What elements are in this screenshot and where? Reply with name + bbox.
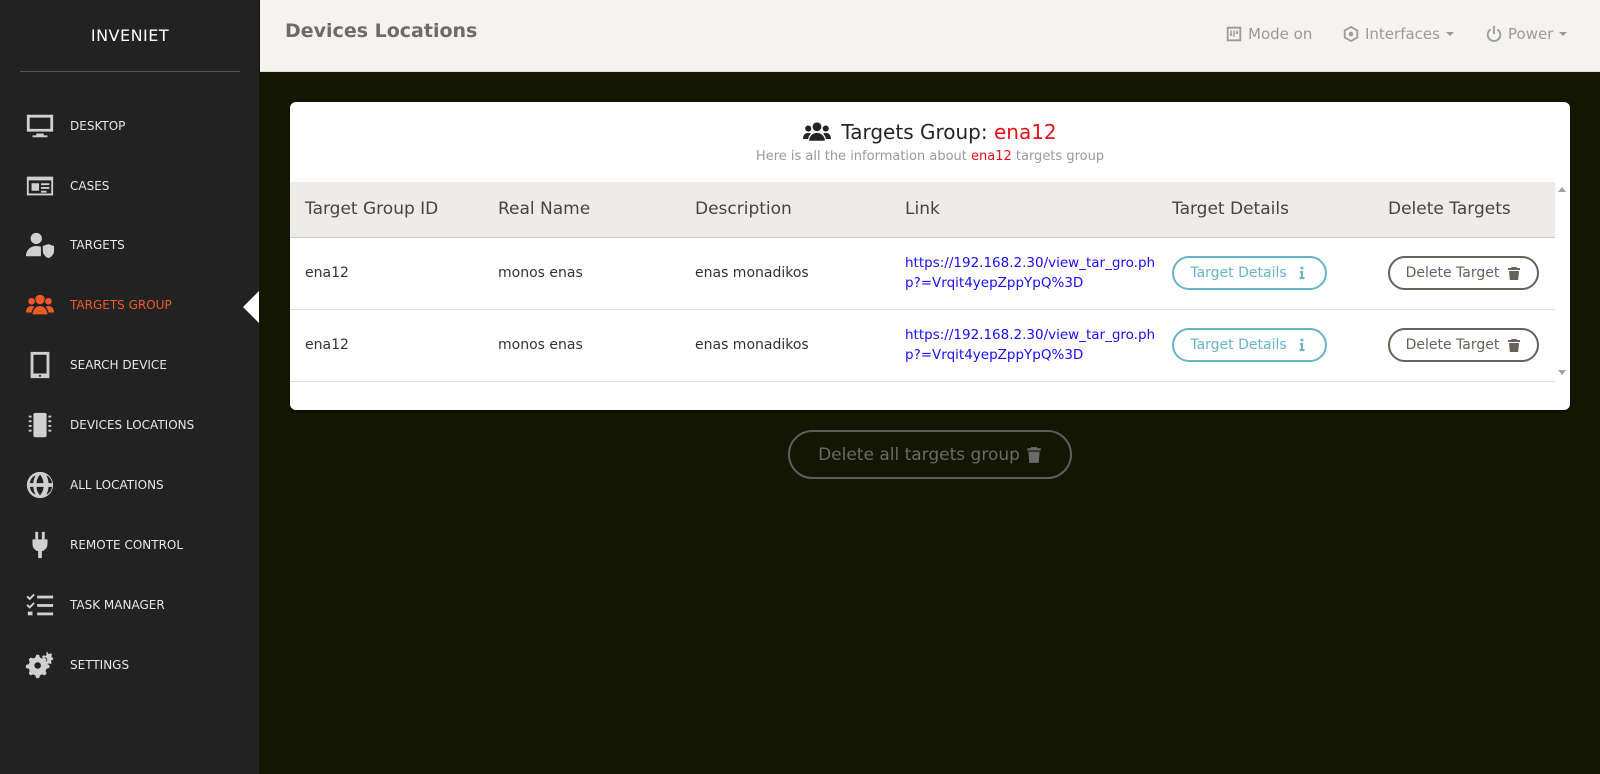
info-icon (1299, 338, 1305, 351)
target-details-button[interactable]: Target Details (1172, 328, 1327, 362)
cogs-icon (24, 649, 56, 681)
column-header-id: Target Group ID (305, 199, 439, 219)
interfaces-label: Interfaces (1365, 25, 1440, 43)
sidebar-item-label: DESKTOP (70, 119, 126, 133)
group-name: ena12 (993, 120, 1057, 144)
page-title: Devices Locations (285, 20, 478, 42)
sidebar-item-label: DEVICES LOCATIONS (70, 418, 195, 432)
sidebar-item-desktop[interactable]: DESKTOP (0, 104, 259, 148)
column-header-delete-targets: Delete Targets (1388, 199, 1511, 219)
card-title-prefix: Targets Group: (841, 120, 994, 144)
cell-description: enas monadikos (695, 265, 809, 281)
table-row: ena12 monos enas enas monadikos https://… (290, 238, 1555, 310)
target-details-label: Target Details (1190, 265, 1287, 281)
cell-real-name: monos enas (498, 337, 583, 353)
sidebar: INVENIET DESKTOP CASES TARGETS TARGETS G… (0, 0, 259, 774)
sidebar-item-devices-locations[interactable]: DEVICES LOCATIONS (0, 403, 259, 447)
cell-description: enas monadikos (695, 337, 809, 353)
brand-logo[interactable]: INVENIET (20, 0, 240, 72)
subtitle-pre: Here is all the information about (755, 149, 971, 164)
trash-icon (1508, 339, 1521, 352)
sidebar-item-label: TARGETS GROUP (70, 298, 172, 312)
target-link[interactable]: https://192.168.2.30/view_tar_gro.php?=V… (905, 325, 1160, 365)
cell-id: ena12 (305, 337, 349, 353)
tasks-icon (24, 589, 56, 621)
active-indicator (243, 291, 259, 323)
plug-icon (24, 529, 56, 561)
subtitle-post: targets group (1011, 149, 1105, 164)
sidebar-item-label: TASK MANAGER (70, 598, 165, 612)
top-navbar: Devices Locations Mode on Interfaces Pow… (260, 0, 1600, 72)
card-title: Targets Group: ena12 (290, 120, 1570, 144)
target-details-button[interactable]: Target Details (1172, 256, 1327, 290)
power-dropdown[interactable]: Power (1485, 23, 1568, 45)
interfaces-dropdown[interactable]: Interfaces (1342, 23, 1454, 45)
sidebar-item-label: CASES (70, 179, 110, 193)
delete-target-label: Delete Target (1405, 337, 1500, 353)
chip-icon (24, 409, 56, 441)
chevron-down-icon (1445, 32, 1454, 36)
column-header-link: Link (905, 199, 940, 219)
sidebar-item-label: SETTINGS (70, 658, 130, 672)
subtitle-group-name: ena12 (971, 149, 1012, 164)
card-subtitle: Here is all the information about ena12 … (290, 149, 1570, 164)
sidebar-item-label: ALL LOCATIONS (70, 478, 164, 492)
info-icon (1299, 266, 1305, 279)
delete-all-label: Delete all targets group (818, 444, 1020, 465)
delete-all-targets-group-button[interactable]: Delete all targets group (788, 430, 1072, 479)
sidebar-item-cases[interactable]: CASES (0, 164, 259, 208)
sidebar-item-targets-group[interactable]: TARGETS GROUP (0, 283, 259, 327)
scroll-up-arrow-icon[interactable] (1558, 187, 1566, 192)
delete-target-button[interactable]: Delete Target (1388, 328, 1539, 362)
target-link[interactable]: https://192.168.2.30/view_tar_gro.php?=V… (905, 253, 1160, 293)
sidebar-item-remote-control[interactable]: REMOTE CONTROL (0, 523, 259, 567)
delete-target-label: Delete Target (1405, 265, 1500, 281)
sidebar-item-search-device[interactable]: SEARCH DEVICE (0, 343, 259, 387)
mode-toggle[interactable]: Mode on (1225, 23, 1312, 45)
tablet-icon (24, 349, 56, 381)
power-label: Power (1508, 25, 1554, 43)
sidebar-item-task-manager[interactable]: TASK MANAGER (0, 583, 259, 627)
column-header-real-name: Real Name (498, 199, 591, 219)
sidebar-item-label: SEARCH DEVICE (70, 358, 167, 372)
chevron-down-icon (1559, 32, 1568, 36)
sidebar-item-label: REMOTE CONTROL (70, 538, 184, 552)
sliders-icon (1226, 26, 1242, 42)
table-scrollbar[interactable] (1555, 182, 1570, 382)
mode-label: Mode on (1248, 25, 1313, 43)
targets-group-card: Targets Group: ena12 Here is all the inf… (290, 102, 1570, 410)
trash-icon (1027, 446, 1041, 463)
cell-id: ena12 (305, 265, 349, 281)
sidebar-item-all-locations[interactable]: ALL LOCATIONS (0, 463, 259, 507)
users-icon (803, 122, 832, 141)
power-icon (1486, 25, 1502, 42)
id-card-icon (24, 170, 56, 202)
target-details-label: Target Details (1190, 337, 1287, 353)
globe-icon (24, 469, 56, 501)
trash-icon (1508, 267, 1521, 280)
scroll-down-arrow-icon[interactable] (1558, 370, 1566, 375)
column-header-target-details: Target Details (1172, 199, 1289, 219)
table-header: Target Group ID Real Name Description Li… (290, 182, 1555, 238)
column-header-description: Description (695, 199, 792, 219)
users-icon (24, 289, 56, 321)
monitor-icon (24, 110, 56, 142)
user-shield-icon (24, 229, 56, 261)
cell-real-name: monos enas (498, 265, 583, 281)
sidebar-item-settings[interactable]: SETTINGS (0, 643, 259, 687)
sidebar-item-label: TARGETS (70, 238, 125, 252)
table-row: ena12 monos enas enas monadikos https://… (290, 310, 1555, 382)
network-icon (1343, 25, 1359, 43)
delete-target-button[interactable]: Delete Target (1388, 256, 1539, 290)
sidebar-item-targets[interactable]: TARGETS (0, 223, 259, 267)
